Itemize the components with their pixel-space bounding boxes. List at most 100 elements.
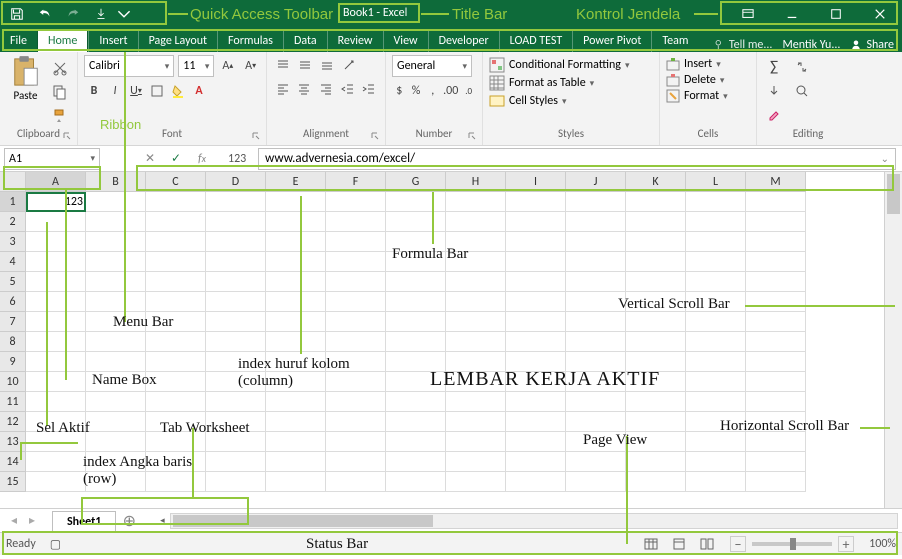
- cell-G9[interactable]: [386, 352, 446, 372]
- new-sheet-button[interactable]: ⊕: [118, 510, 140, 532]
- cell-I12[interactable]: [506, 412, 566, 432]
- zoom-level[interactable]: 100%: [860, 537, 896, 551]
- cell-B8[interactable]: [86, 332, 146, 352]
- cell-C15[interactable]: [146, 472, 206, 492]
- cell-D3[interactable]: [206, 232, 266, 252]
- sheet-tab-1[interactable]: Sheet1: [52, 511, 116, 532]
- tab-power-pivot[interactable]: Power Pivot: [572, 30, 651, 52]
- cell-F8[interactable]: [326, 332, 386, 352]
- percent-format-icon[interactable]: %: [409, 81, 424, 101]
- cell-E14[interactable]: [266, 452, 326, 472]
- hscroll-thumb[interactable]: [173, 515, 433, 527]
- cell-M2[interactable]: [746, 212, 806, 232]
- cell-K7[interactable]: [626, 312, 686, 332]
- fx-icon[interactable]: fx: [190, 148, 214, 170]
- insert-cells-button[interactable]: Insert▾: [666, 57, 750, 71]
- cell-C12[interactable]: [146, 412, 206, 432]
- cell-E13[interactable]: [266, 432, 326, 452]
- row-header-13[interactable]: 13: [0, 432, 26, 452]
- cell-I1[interactable]: [506, 192, 566, 212]
- macro-record-icon[interactable]: ▢: [50, 537, 61, 552]
- copy-icon[interactable]: [49, 81, 71, 103]
- cell-M7[interactable]: [746, 312, 806, 332]
- cell-H12[interactable]: [446, 412, 506, 432]
- row-header-11[interactable]: 11: [0, 392, 26, 412]
- cell-D10[interactable]: [206, 372, 266, 392]
- cell-E1[interactable]: [266, 192, 326, 212]
- qat-customize-icon[interactable]: [116, 2, 132, 26]
- cell-D9[interactable]: [206, 352, 266, 372]
- font-color-button[interactable]: A: [189, 81, 209, 101]
- cell-K8[interactable]: [626, 332, 686, 352]
- cell-E9[interactable]: [266, 352, 326, 372]
- cell-M14[interactable]: [746, 452, 806, 472]
- select-all-corner[interactable]: [0, 172, 26, 192]
- cell-E11[interactable]: [266, 392, 326, 412]
- cell-D11[interactable]: [206, 392, 266, 412]
- cell-H7[interactable]: [446, 312, 506, 332]
- cell-J14[interactable]: [566, 452, 626, 472]
- enter-formula-icon[interactable]: ✓: [164, 148, 188, 170]
- cell-H13[interactable]: [446, 432, 506, 452]
- cell-C2[interactable]: [146, 212, 206, 232]
- column-header-B[interactable]: B: [86, 172, 146, 192]
- cell-G6[interactable]: [386, 292, 446, 312]
- decrease-indent-icon[interactable]: [338, 79, 358, 99]
- cell-I13[interactable]: [506, 432, 566, 452]
- cell-K6[interactable]: [626, 292, 686, 312]
- cell-L15[interactable]: [686, 472, 746, 492]
- tab-formulas[interactable]: Formulas: [217, 30, 283, 52]
- cell-F10[interactable]: [326, 372, 386, 392]
- cell-H9[interactable]: [446, 352, 506, 372]
- cell-A8[interactable]: [26, 332, 86, 352]
- decrease-decimal-icon[interactable]: .0: [461, 81, 476, 101]
- cell-F12[interactable]: [326, 412, 386, 432]
- tab-insert[interactable]: Insert: [88, 30, 137, 52]
- cell-H10[interactable]: [446, 372, 506, 392]
- font-dialog-launcher[interactable]: [251, 131, 263, 143]
- cell-A9[interactable]: [26, 352, 86, 372]
- format-cells-button[interactable]: Format▾: [666, 89, 750, 103]
- cell-I7[interactable]: [506, 312, 566, 332]
- tab-load-test[interactable]: LOAD TEST: [499, 30, 573, 52]
- cell-A14[interactable]: [26, 452, 86, 472]
- cell-B1[interactable]: [86, 192, 146, 212]
- cell-K15[interactable]: [626, 472, 686, 492]
- cell-L8[interactable]: [686, 332, 746, 352]
- account-name[interactable]: Mentik Yu...: [782, 38, 840, 52]
- row-header-7[interactable]: 7: [0, 312, 26, 332]
- clear-icon[interactable]: [763, 105, 785, 125]
- cell-E15[interactable]: [266, 472, 326, 492]
- row-header-2[interactable]: 2: [0, 212, 26, 232]
- cell-I15[interactable]: [506, 472, 566, 492]
- increase-decimal-icon[interactable]: .00: [442, 81, 459, 101]
- align-right-icon[interactable]: [316, 79, 336, 99]
- cell-G10[interactable]: [386, 372, 446, 392]
- cell-G7[interactable]: [386, 312, 446, 332]
- cell-M8[interactable]: [746, 332, 806, 352]
- cell-G2[interactable]: [386, 212, 446, 232]
- page-break-view-icon[interactable]: [694, 535, 720, 553]
- cell-I9[interactable]: [506, 352, 566, 372]
- paste-button[interactable]: Paste: [6, 55, 45, 102]
- scroll-left-icon[interactable]: ◂: [155, 514, 169, 528]
- cell-G3[interactable]: [386, 232, 446, 252]
- cell-K13[interactable]: [626, 432, 686, 452]
- cell-I14[interactable]: [506, 452, 566, 472]
- underline-button[interactable]: U▾: [126, 81, 146, 101]
- cell-B15[interactable]: [86, 472, 146, 492]
- cell-A1[interactable]: 123: [26, 192, 86, 212]
- tab-developer[interactable]: Developer: [428, 30, 499, 52]
- cell-H3[interactable]: [446, 232, 506, 252]
- cell-C5[interactable]: [146, 272, 206, 292]
- cell-B11[interactable]: [86, 392, 146, 412]
- cell-D1[interactable]: [206, 192, 266, 212]
- cell-D14[interactable]: [206, 452, 266, 472]
- cell-M11[interactable]: [746, 392, 806, 412]
- cell-E8[interactable]: [266, 332, 326, 352]
- redo-icon[interactable]: [60, 2, 86, 26]
- sort-filter-icon[interactable]: [791, 57, 813, 77]
- column-header-F[interactable]: F: [326, 172, 386, 192]
- cell-K3[interactable]: [626, 232, 686, 252]
- cell-J13[interactable]: [566, 432, 626, 452]
